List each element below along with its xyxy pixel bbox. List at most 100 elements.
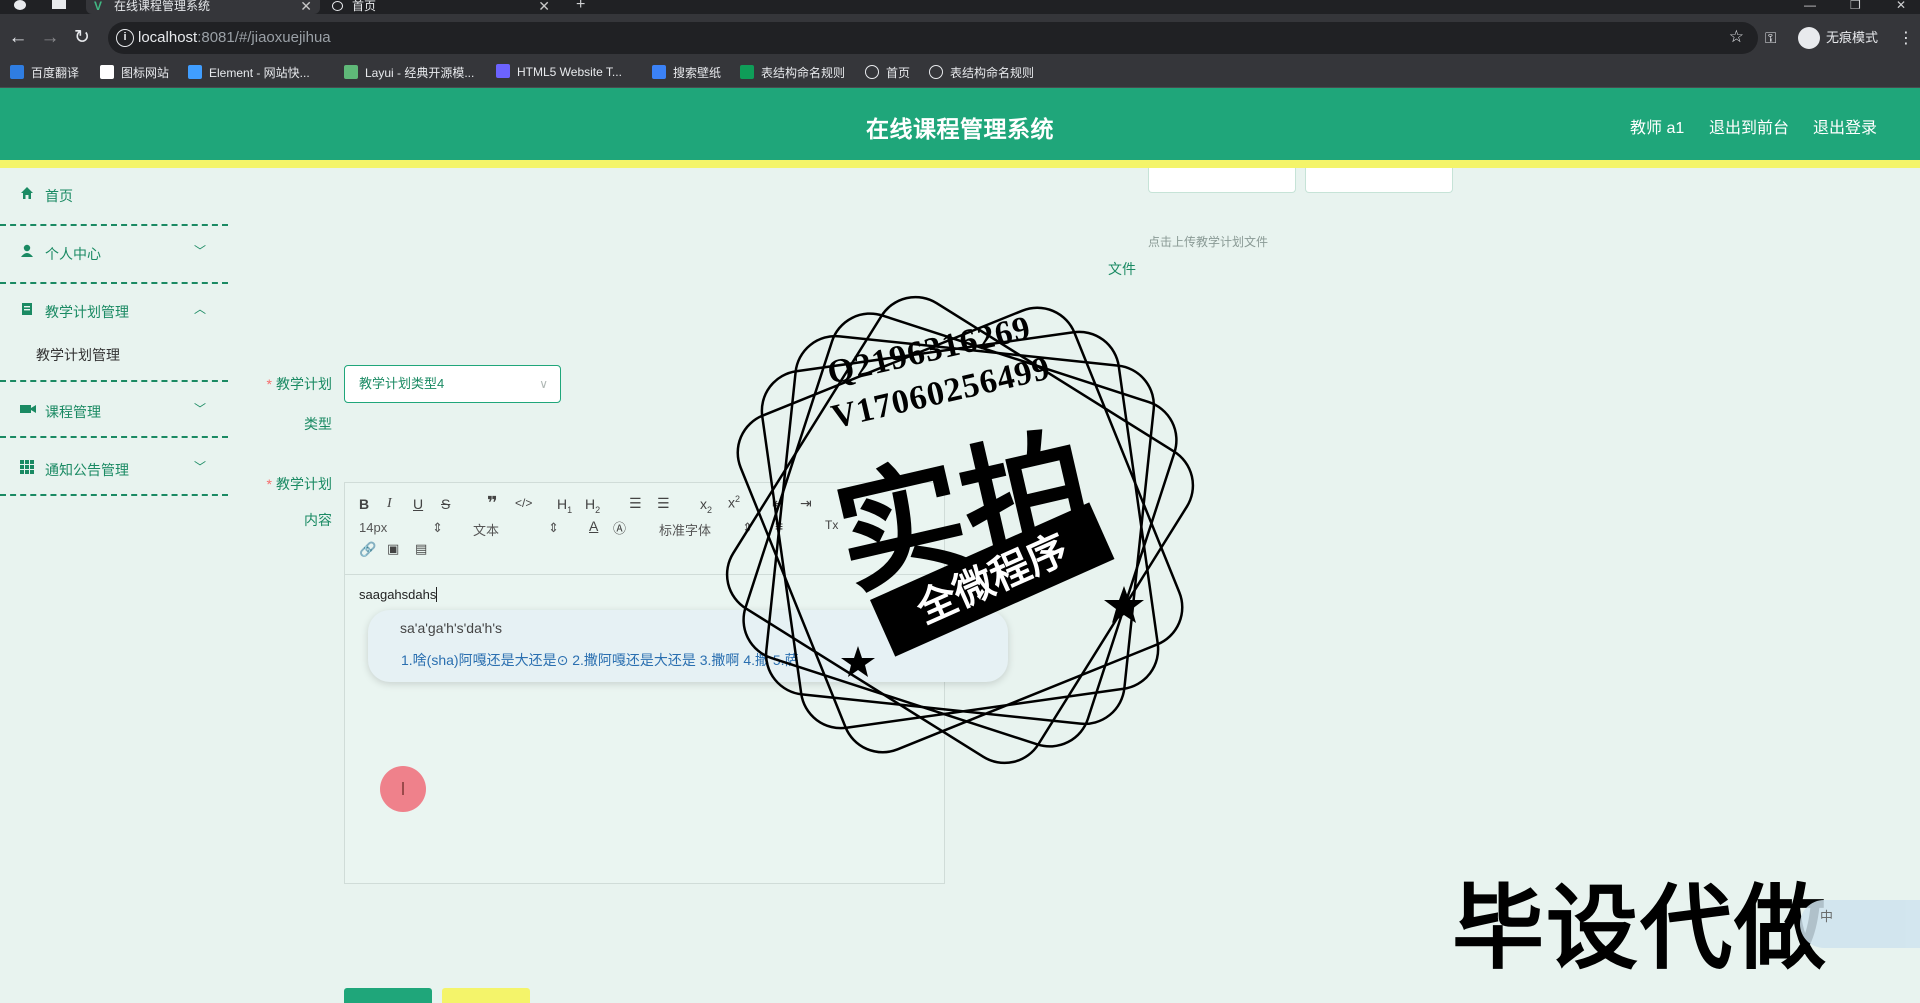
divider [0, 380, 228, 382]
wallpaper-icon [652, 65, 666, 79]
watermark-corner: 毕设代做 [1452, 875, 1829, 982]
ordered-list-icon[interactable]: ☰ [629, 495, 642, 512]
bookmark-star-icon[interactable]: ☆ [1729, 27, 1744, 47]
code-icon[interactable]: </> [515, 496, 532, 510]
browser-toolbar: ← → ↻ i localhost:8081/#/jiaoxuejihua ☆ … [0, 14, 1920, 62]
link-icon[interactable]: 🔗 [359, 541, 376, 558]
bookmark-label: HTML5 Website T... [517, 65, 622, 79]
restore-icon[interactable]: ❐ [1850, 0, 1861, 11]
bookmark-item[interactable]: HTML5 Website T... [496, 64, 622, 79]
content-label: * 教学计划 [266, 476, 332, 492]
incognito-icon [1798, 27, 1820, 49]
sidebar: 首页 个人中心 ﹀ 教学计划管理 ︿ 教学计划管理 课程管理 ﹀ 通知公告管理 … [0, 168, 228, 1003]
sidebar-item-course[interactable]: 课程管理 ﹀ [0, 380, 228, 430]
submit-button[interactable] [344, 988, 432, 1003]
image-icon[interactable]: ▣ [387, 541, 399, 557]
chevron-down-icon: ∨ [539, 377, 548, 391]
sidebar-subitem-teaching-plan[interactable]: 教学计划管理 [36, 345, 120, 365]
video-embed-icon[interactable]: ▤ [415, 541, 427, 557]
teacher-name[interactable]: 教师 a1 [1630, 114, 1684, 138]
upload-button[interactable] [1148, 168, 1296, 193]
chevron-down-icon: ﹀ [194, 402, 207, 416]
bookmark-label: 表结构命名规则 [950, 66, 1035, 80]
bookmark-item[interactable]: 搜索壁纸 [652, 64, 721, 81]
strikethrough-icon[interactable]: S [441, 496, 450, 512]
minimize-icon[interactable]: — [1804, 0, 1816, 11]
incognito-label: 无痕模式 [1826, 30, 1879, 45]
sheets-icon [740, 65, 754, 79]
browser-menu-icon[interactable]: ⋮ [1898, 28, 1914, 48]
sidebar-item-home[interactable]: 首页 [0, 168, 228, 226]
new-tab-button[interactable]: + [576, 0, 585, 13]
browser-tab-strip: V 在线课程管理系统 ✕ 首页 ✕ + — ❐ ✕ [0, 0, 1920, 14]
app-header: 在线课程管理系统 教师 a1 退出到前台 退出登录 [0, 88, 1920, 160]
bookmark-item[interactable]: 百度翻译 [10, 64, 79, 81]
tab-online-course[interactable]: V 在线课程管理系统 ✕ [86, 0, 320, 14]
browser-menu-icon[interactable] [14, 0, 26, 10]
editor-content[interactable]: saagahsdahs [359, 587, 438, 602]
subscript-icon[interactable]: x2 [700, 496, 712, 515]
heading1-icon[interactable]: H1 [557, 496, 572, 515]
plan-type-value: 教学计划类型4 [359, 376, 445, 391]
tab-home[interactable]: 首页 ✕ [324, 0, 558, 14]
back-to-frontend-link[interactable]: 退出到前台 [1709, 114, 1789, 138]
sidebar-item-personal-center[interactable]: 个人中心 ﹀ [0, 226, 228, 284]
sidebar-item-notice[interactable]: 通知公告管理 ﹀ [0, 436, 228, 496]
divider [0, 494, 228, 496]
browser-window-icon[interactable] [52, 0, 66, 9]
cancel-button[interactable] [442, 988, 530, 1003]
html5-icon [496, 64, 510, 78]
forward-icon[interactable]: → [38, 26, 62, 50]
type-label: * 教学计划 [266, 376, 332, 392]
tab-title: 首页 [352, 0, 377, 13]
back-icon[interactable]: ← [6, 26, 30, 50]
vue-logo-icon: V [94, 0, 103, 13]
globe-icon [865, 65, 879, 79]
bold-icon[interactable]: B [359, 496, 369, 512]
bookmark-item[interactable]: 表结构命名规则 [740, 64, 845, 81]
underline-icon[interactable]: U [413, 496, 423, 512]
upload-hint: 点击上传教学计划文件 [1148, 235, 1269, 249]
text-cursor-icon: I [380, 766, 426, 812]
bookmark-item[interactable]: 首页 [865, 64, 910, 81]
incognito-badge[interactable]: 无痕模式 [1794, 24, 1910, 52]
content-label-line2: 内容 [304, 512, 332, 528]
bookmark-label: 首页 [886, 66, 911, 80]
font-color-icon[interactable]: A [589, 518, 598, 534]
url-text[interactable]: localhost:8081/#/jiaoxuejihua [138, 29, 331, 46]
italic-icon[interactable]: I [387, 496, 392, 512]
download-button[interactable] [1305, 168, 1453, 193]
bookmark-item[interactable]: Layui - 经典开源模... [344, 64, 474, 81]
logout-link[interactable]: 退出登录 [1813, 114, 1877, 138]
sidebar-item-teaching-plan[interactable]: 教学计划管理 ︿ [0, 284, 228, 342]
site-info-icon[interactable]: i [116, 29, 134, 47]
bookmark-item[interactable]: 图标网站 [100, 64, 169, 81]
header-accent-line [0, 160, 1920, 168]
block-format-select[interactable]: 文本 ⇕ [473, 520, 559, 539]
bookmark-item[interactable]: Element - 网站快... [188, 64, 310, 81]
chevron-up-icon: ︿ [194, 302, 207, 316]
bullet-list-icon[interactable]: ☰ [657, 495, 670, 512]
ime-floating-bar[interactable]: 中 [1800, 900, 1920, 948]
globe-icon [332, 1, 343, 11]
quote-icon[interactable]: ❞ [487, 493, 498, 514]
close-window-icon[interactable]: ✕ [1896, 0, 1906, 11]
background-color-icon[interactable]: Ⓐ [613, 518, 626, 537]
tab-close-icon[interactable]: ✕ [300, 0, 312, 13]
video-icon [20, 402, 36, 416]
bookmark-item[interactable]: 表结构命名规则 [929, 64, 1034, 81]
flag-icon [100, 65, 114, 79]
heading2-icon[interactable]: H2 [585, 496, 600, 515]
font-size-select[interactable]: 14px ⇕ [359, 520, 443, 535]
key-icon[interactable]: ⚿ [1765, 30, 1776, 47]
sidebar-item-label: 教学计划管理 [45, 304, 129, 320]
address-bar[interactable]: i localhost:8081/#/jiaoxuejihua ☆ [108, 22, 1758, 54]
type-label-line2: 类型 [304, 416, 332, 432]
home-icon [20, 186, 34, 200]
tab-close-icon[interactable]: ✕ [538, 0, 550, 13]
divider [0, 436, 228, 438]
reload-icon[interactable]: ↻ [70, 26, 94, 50]
plan-type-select[interactable]: 教学计划类型4 ∨ [344, 365, 561, 403]
document-icon [20, 302, 34, 316]
element-icon [188, 65, 202, 79]
